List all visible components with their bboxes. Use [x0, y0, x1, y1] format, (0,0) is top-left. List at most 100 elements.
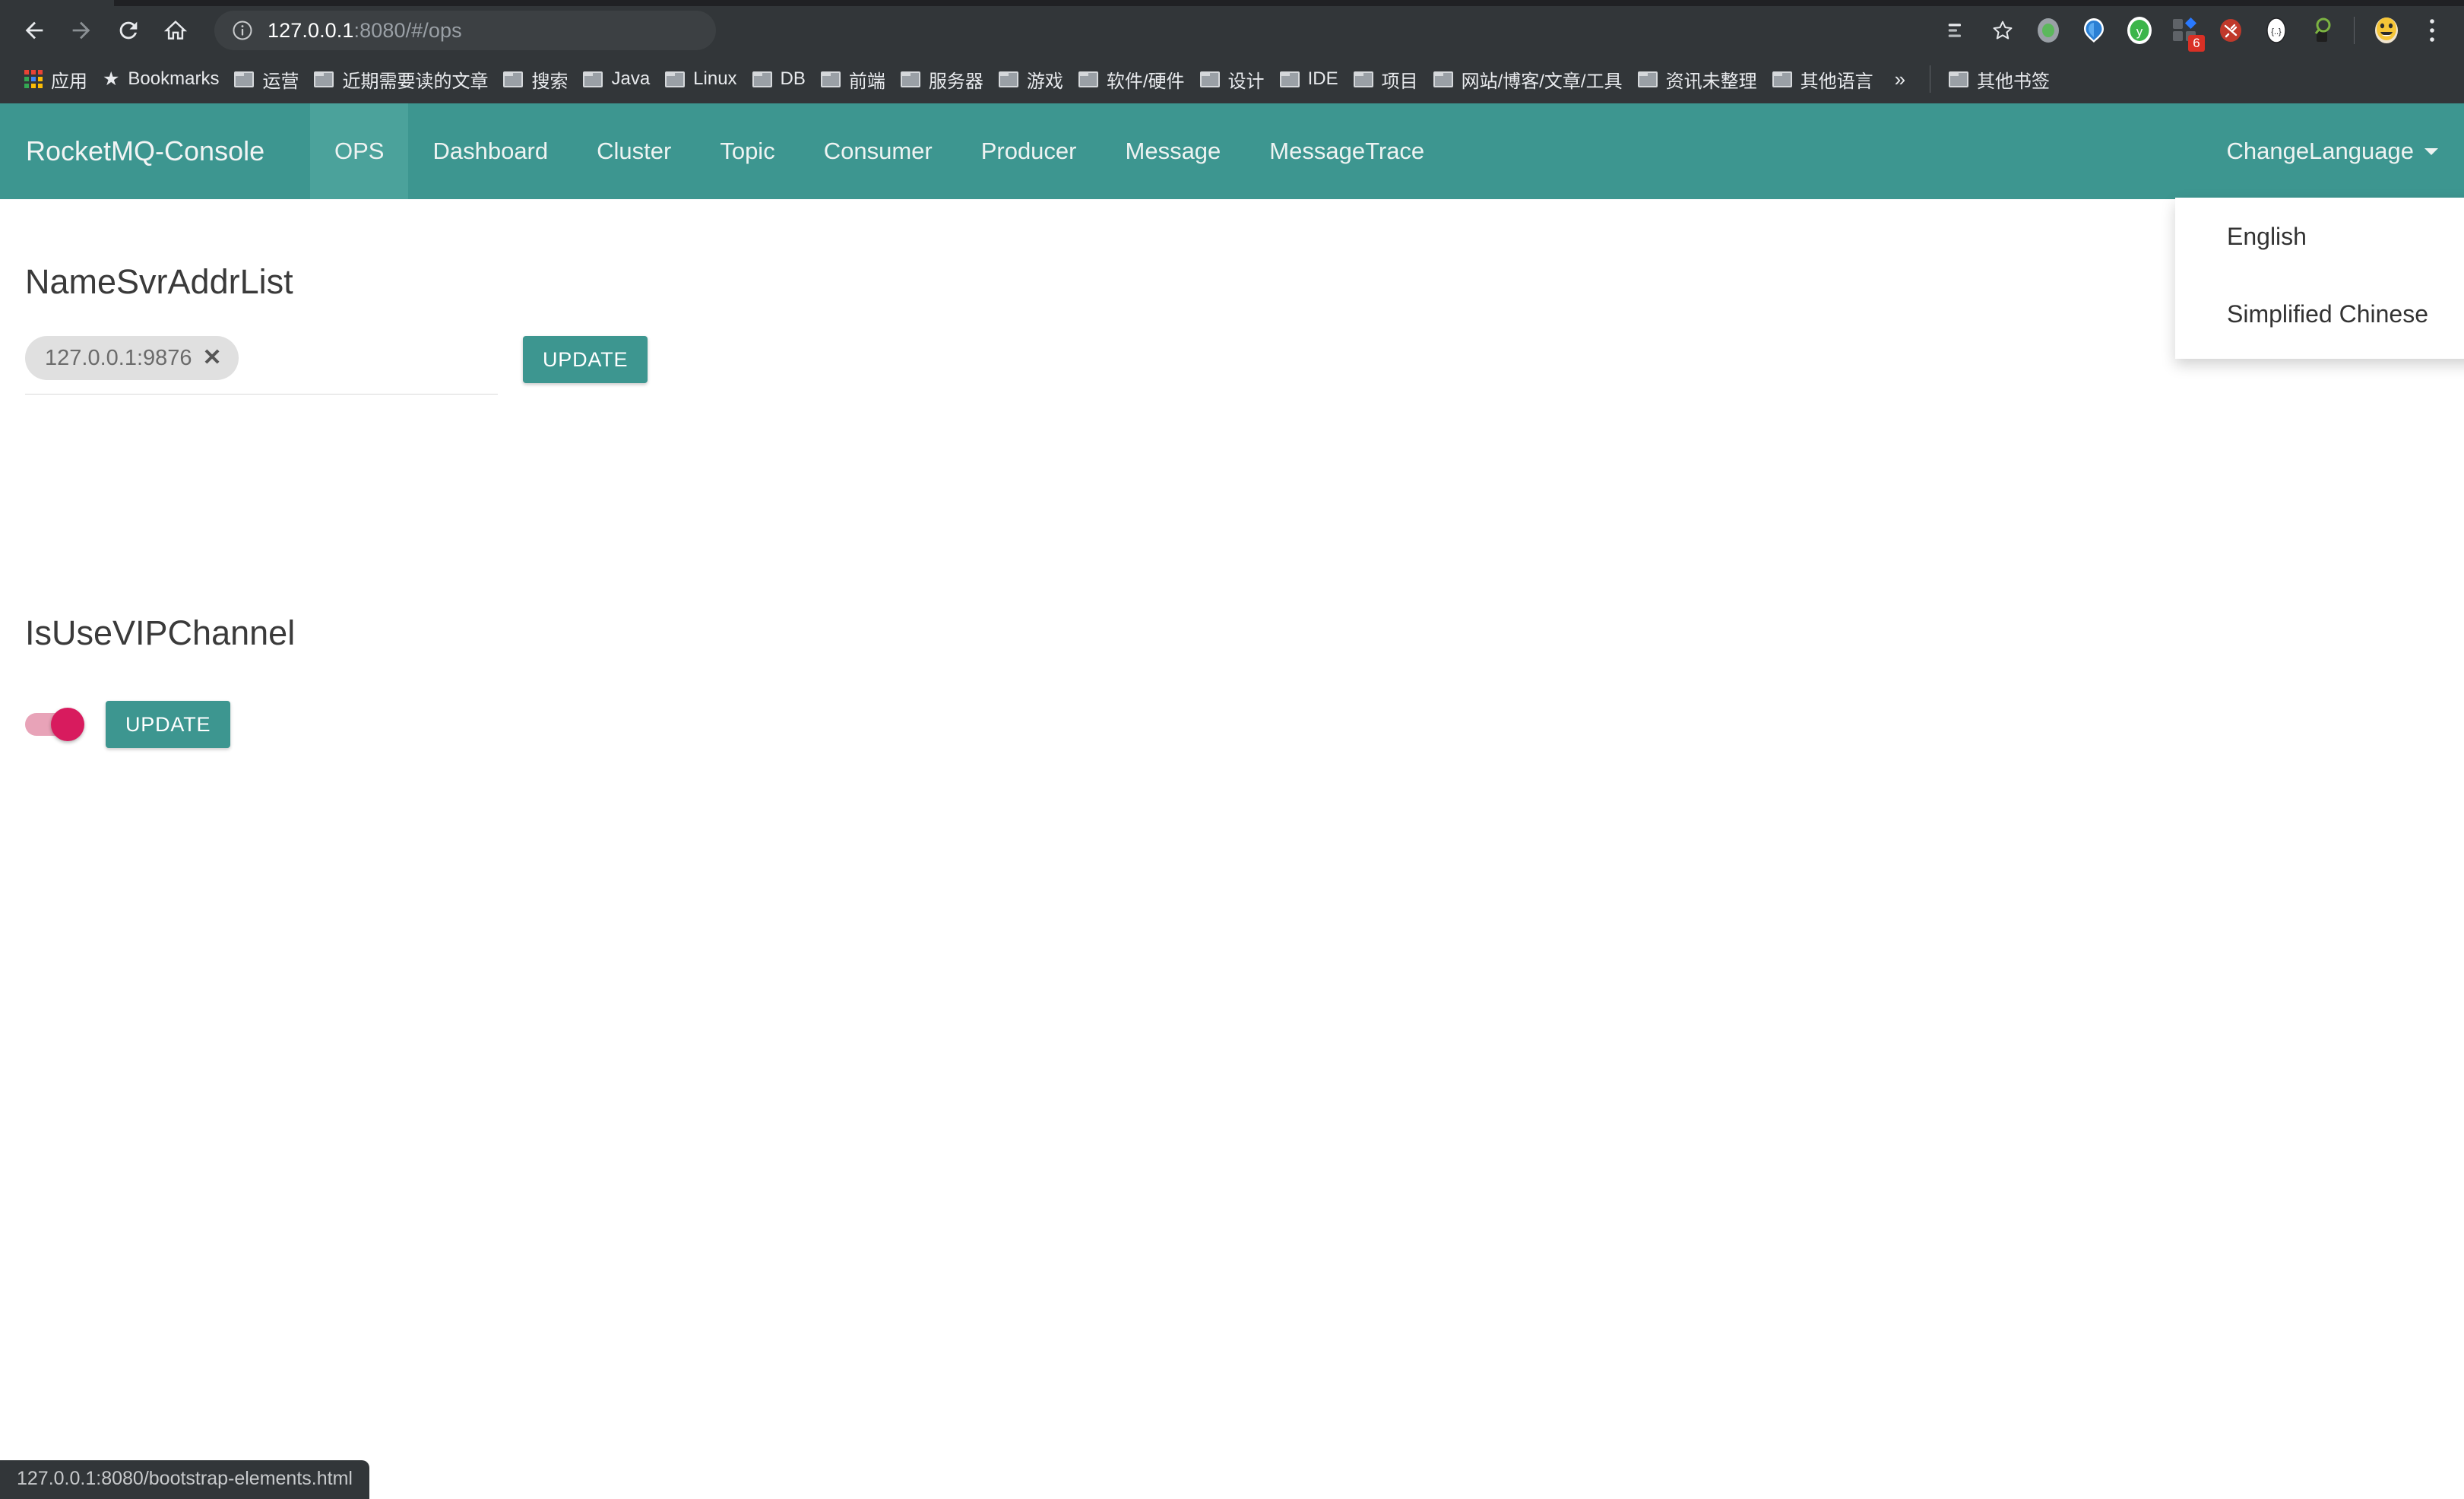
chip-remove-icon[interactable]: ✕ [203, 347, 222, 369]
nav-item-ops[interactable]: OPS [310, 103, 408, 199]
info-circle-icon[interactable] [231, 19, 254, 42]
change-language-label: ChangeLanguage [2226, 138, 2414, 165]
folder-icon [234, 71, 254, 87]
bookmark-label: 资讯未整理 [1666, 66, 1757, 93]
bookmark-folder-websites[interactable]: 网站/博客/文章/工具 [1426, 61, 1630, 97]
nav-item-dashboard[interactable]: Dashboard [408, 103, 572, 199]
namesvraddrlist-update-button[interactable]: UPDATE [523, 336, 648, 383]
namesvraddr-tag-input[interactable]: 127.0.0.1:9876 ✕ [25, 336, 498, 395]
bookmark-folder-recent-articles[interactable]: 近期需要读的文章 [306, 61, 496, 97]
forward-button[interactable] [58, 7, 105, 54]
namesvraddrlist-row: 127.0.0.1:9876 ✕ UPDATE [25, 336, 648, 395]
nav-item-messagetrace[interactable]: MessageTrace [1245, 103, 1449, 199]
extension-blocks-icon[interactable]: 6 [2164, 9, 2206, 52]
bookmark-label: 其他书签 [1977, 66, 2050, 93]
svg-text:{..}: {..} [2271, 27, 2282, 36]
extension-magnifier-icon[interactable] [2301, 9, 2343, 52]
folder-icon [1280, 71, 1300, 87]
bookmarks-overflow-chevron-icon[interactable]: » [1881, 68, 1919, 91]
bookmark-label: 搜索 [531, 66, 568, 93]
folder-icon [314, 71, 334, 87]
change-language-dropdown-toggle[interactable]: ChangeLanguage [2226, 103, 2438, 199]
bookmark-folder-games[interactable]: 游戏 [991, 61, 1071, 97]
bookmark-folder-linux[interactable]: Linux [657, 61, 744, 97]
bookmark-folder-software-hardware[interactable]: 软件/硬件 [1071, 61, 1192, 97]
switch-thumb [51, 708, 84, 741]
isusevipchannel-row: UPDATE [25, 701, 230, 748]
profile-avatar-icon[interactable] [2365, 9, 2408, 52]
bookmark-label: 运营 [262, 66, 299, 93]
bookmark-star-icon[interactable] [1981, 9, 2024, 52]
nav-item-consumer[interactable]: Consumer [800, 103, 957, 199]
arrow-right-icon [68, 17, 94, 43]
bookmark-other-bookmarks[interactable]: 其他书签 [1941, 61, 2057, 97]
folder-icon [1200, 71, 1220, 87]
back-button[interactable] [11, 7, 58, 54]
bookmark-label: 网站/博客/文章/工具 [1462, 66, 1623, 93]
bookmark-folder-frontend[interactable]: 前端 [813, 61, 893, 97]
bookmark-folder-news[interactable]: 资讯未整理 [1630, 61, 1765, 97]
url-path: :8080/#/ops [354, 19, 462, 42]
chip-label: 127.0.0.1:9876 [45, 346, 192, 371]
main-content: NameSvrAddrList 127.0.0.1:9876 ✕ UPDATE … [0, 199, 2464, 1499]
language-option-english[interactable]: English [2175, 198, 2464, 275]
extension-grammarly-icon[interactable]: y [2118, 9, 2161, 52]
main-nav: OPS Dashboard Cluster Topic Consumer Pro… [310, 103, 1449, 199]
nav-item-message[interactable]: Message [1101, 103, 1246, 199]
bookmark-label: 应用 [51, 66, 87, 93]
folder-icon [1354, 71, 1373, 87]
bookmark-label: Bookmarks [128, 68, 219, 90]
bookmark-folder-design[interactable]: 设计 [1192, 61, 1272, 97]
bookmark-label: 软件/硬件 [1107, 66, 1185, 93]
bookmark-folder-other-languages[interactable]: 其他语言 [1765, 61, 1881, 97]
chrome-menu-icon[interactable] [2411, 9, 2453, 52]
isusevipchannel-update-button[interactable]: UPDATE [106, 701, 230, 748]
reload-button[interactable] [105, 7, 152, 54]
bookmark-label: 项目 [1382, 66, 1418, 93]
nav-item-producer[interactable]: Producer [957, 103, 1101, 199]
vipchannel-toggle-switch[interactable] [25, 708, 84, 741]
folder-icon [1433, 71, 1453, 87]
isusevipchannel-title: IsUseVIPChannel [25, 613, 295, 653]
extension-blue-drop-icon[interactable] [2073, 9, 2115, 52]
extension-json-icon[interactable]: {..} [2255, 9, 2298, 52]
bookmark-label: 其他语言 [1800, 66, 1873, 93]
bookmark-folder-java[interactable]: Java [575, 61, 657, 97]
folder-icon [752, 71, 772, 87]
reload-icon [116, 17, 141, 43]
home-icon [163, 17, 188, 43]
extension-green-dot-icon[interactable] [2027, 9, 2070, 52]
bookmark-folder-server[interactable]: 服务器 [893, 61, 991, 97]
change-language-menu: English Simplified Chinese [2175, 198, 2464, 359]
address-bar[interactable]: 127.0.0.1:8080/#/ops [214, 11, 716, 50]
bookmark-folder-db[interactable]: DB [745, 61, 813, 97]
active-tab[interactable] [0, 0, 114, 6]
bookmark-folder-yunying[interactable]: 运营 [226, 61, 306, 97]
reading-list-icon[interactable] [1936, 9, 1978, 52]
folder-icon [1949, 71, 1968, 87]
extension-plug-off-icon[interactable] [2209, 9, 2252, 52]
address-bar-url: 127.0.0.1:8080/#/ops [268, 19, 462, 43]
bookmark-apps[interactable]: 应用 [17, 61, 95, 97]
toolbar-icons: y 6 {..} [1936, 9, 2464, 52]
brand-logo[interactable]: RocketMQ-Console [0, 103, 290, 199]
extension-badge-count: 6 [2188, 35, 2205, 52]
nav-item-topic[interactable]: Topic [695, 103, 799, 199]
bookmark-label: 服务器 [929, 66, 983, 93]
home-button[interactable] [152, 7, 199, 54]
tab-strip [0, 0, 2464, 6]
folder-icon [1638, 71, 1658, 87]
folder-icon [901, 71, 920, 87]
toolbar-divider [2354, 17, 2355, 44]
folder-icon [821, 71, 841, 87]
bookmark-folder-project[interactable]: 项目 [1346, 61, 1426, 97]
bookmark-label: 前端 [849, 66, 885, 93]
namesvraddr-chip[interactable]: 127.0.0.1:9876 ✕ [25, 336, 239, 380]
bookmark-label: DB [781, 68, 806, 90]
bookmark-folder-search[interactable]: 搜索 [496, 61, 575, 97]
bookmark-bookmarks[interactable]: ★ Bookmarks [95, 61, 226, 97]
bookmark-folder-ide[interactable]: IDE [1272, 61, 1346, 97]
folder-icon [665, 71, 685, 87]
language-option-simplified-chinese[interactable]: Simplified Chinese [2175, 275, 2464, 353]
nav-item-cluster[interactable]: Cluster [572, 103, 695, 199]
